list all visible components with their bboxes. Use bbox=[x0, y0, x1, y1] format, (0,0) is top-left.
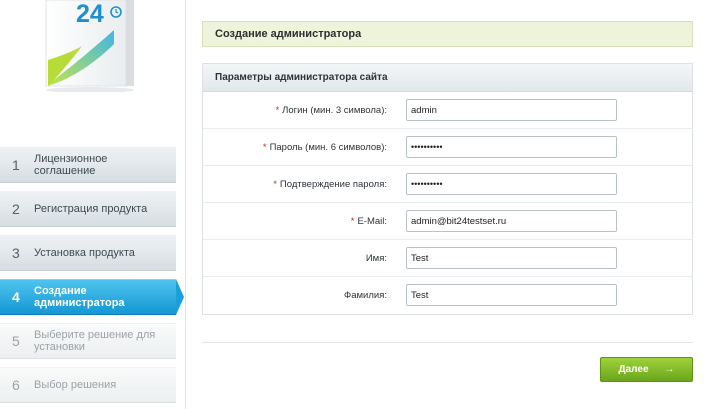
password-confirm-label-text: Подтверждение пароля: bbox=[279, 178, 387, 190]
step-number: 4 bbox=[12, 289, 20, 305]
first-name-label: Имя: bbox=[203, 253, 387, 264]
step-number: 1 bbox=[12, 157, 20, 173]
bitrix24-logo: 24 bbox=[38, 0, 138, 92]
next-button[interactable]: Далее → bbox=[600, 357, 693, 382]
step-number: 2 bbox=[12, 201, 20, 217]
page-title: Создание администратора bbox=[202, 21, 693, 47]
email-label-text: E-Mail: bbox=[357, 215, 387, 227]
step-number: 5 bbox=[12, 333, 20, 349]
step-label: Выбор решения bbox=[34, 379, 117, 391]
email-input[interactable]: admin@bit24testset.ru bbox=[406, 210, 617, 232]
password-confirm-label: * Подтверждение пароля: bbox=[203, 179, 387, 190]
last-name-label-text: Фамилия: bbox=[344, 290, 387, 301]
step-installation: 3 Установка продукта bbox=[0, 235, 176, 271]
form-row-login: * Логин (мин. 3 символа): admin bbox=[203, 92, 692, 129]
divider bbox=[202, 342, 693, 343]
first-name-input[interactable]: Test bbox=[406, 247, 617, 269]
step-create-admin: 4 Создание администратора bbox=[0, 279, 184, 315]
next-button-label: Далее bbox=[618, 364, 649, 375]
form-row-password: * Пароль (мин. 6 символов): •••••••••• bbox=[203, 129, 692, 166]
last-name-label: Фамилия: bbox=[203, 290, 387, 301]
step-label: Регистрация продукта bbox=[34, 203, 148, 215]
step-number: 3 bbox=[12, 245, 20, 261]
main-content: Создание администратора Параметры админи… bbox=[202, 0, 693, 409]
step-label: Лицензионное соглашение bbox=[34, 153, 108, 177]
last-name-input[interactable]: Test bbox=[406, 284, 617, 306]
step-registration: 2 Регистрация продукта bbox=[0, 191, 176, 227]
required-mark: * bbox=[275, 104, 280, 116]
step-choose-solution: 5 Выберите решение для установки bbox=[0, 323, 176, 359]
sidebar: 24 1 Лицензионное соглашение 2 Регистрац… bbox=[0, 0, 186, 409]
first-name-label-text: Имя: bbox=[365, 252, 387, 264]
step-license: 1 Лицензионное соглашение bbox=[0, 147, 176, 183]
required-mark: * bbox=[350, 215, 355, 227]
step-label: Создание администратора bbox=[34, 285, 125, 309]
password-label: * Пароль (мин. 6 символов): bbox=[203, 142, 387, 153]
password-confirm-input[interactable]: •••••••••• bbox=[406, 173, 617, 195]
password-label-text: Пароль (мин. 6 символов): bbox=[269, 141, 387, 153]
form-row-first-name: Имя: Test bbox=[203, 240, 692, 277]
form-row-password-confirm: * Подтверждение пароля: •••••••••• bbox=[203, 166, 692, 203]
required-mark: * bbox=[262, 141, 267, 153]
step-number: 6 bbox=[12, 377, 20, 393]
admin-form: Параметры администратора сайта * Логин (м… bbox=[202, 63, 693, 315]
login-input[interactable]: admin bbox=[406, 99, 617, 121]
step-solution-select: 6 Выбор решения bbox=[0, 367, 176, 403]
step-label: Установка продукта bbox=[34, 247, 135, 259]
logo-number: 24 bbox=[76, 0, 104, 28]
form-row-email: * E-Mail: admin@bit24testset.ru bbox=[203, 203, 692, 240]
email-label: * E-Mail: bbox=[203, 216, 387, 227]
steps-list: 1 Лицензионное соглашение 2 Регистрация … bbox=[0, 147, 186, 409]
panel-title: Параметры администратора сайта bbox=[203, 64, 692, 92]
step-label: Выберите решение для установки bbox=[34, 329, 156, 353]
arrow-right-icon: → bbox=[664, 364, 675, 375]
login-label: * Логин (мин. 3 символа): bbox=[203, 105, 387, 116]
form-row-last-name: Фамилия: Test bbox=[203, 277, 692, 314]
required-mark: * bbox=[273, 178, 277, 190]
password-input[interactable]: •••••••••• bbox=[406, 136, 617, 158]
login-label-text: Логин (мин. 3 символа): bbox=[282, 104, 387, 116]
installer-page: 24 1 Лицензионное соглашение 2 Регистрац… bbox=[0, 0, 704, 409]
